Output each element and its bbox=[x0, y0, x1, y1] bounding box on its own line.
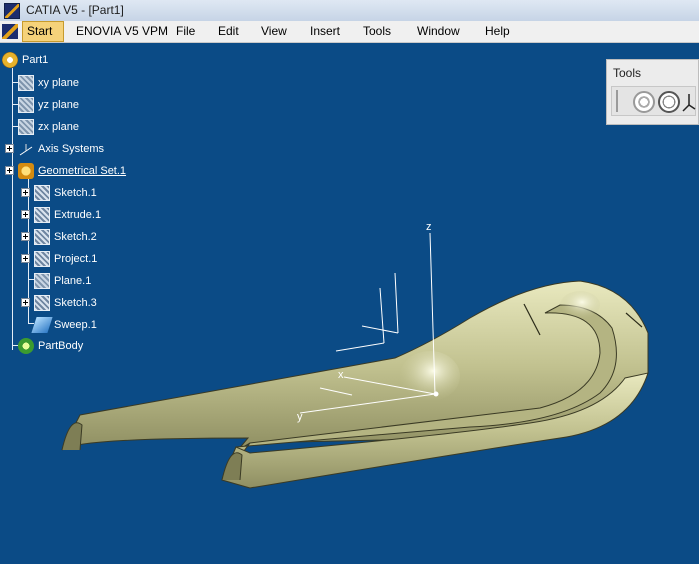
window-title: CATIA V5 - [Part1] bbox=[26, 3, 124, 17]
expand-sketch1-icon[interactable] bbox=[21, 188, 30, 197]
plane-icon bbox=[34, 273, 50, 289]
geometrical-set-icon bbox=[18, 163, 34, 179]
plane-icon bbox=[18, 119, 34, 135]
toolbar-grip-handle[interactable] bbox=[616, 90, 618, 112]
sketch-icon bbox=[34, 229, 50, 245]
axis-label-y: y bbox=[297, 411, 303, 423]
tree-label-geometrical-set: Geometrical Set.1 bbox=[38, 165, 127, 177]
menu-bar: Start ENOVIA V5 VPM File Edit View Inser… bbox=[0, 21, 699, 43]
title-bar: CATIA V5 - [Part1] bbox=[0, 0, 699, 22]
plane-icon bbox=[18, 75, 34, 91]
tree-label-plane1: Plane.1 bbox=[54, 275, 92, 287]
tree-connector bbox=[12, 68, 13, 350]
rotate-icon[interactable] bbox=[633, 91, 655, 113]
expand-sketch2-icon[interactable] bbox=[21, 232, 30, 241]
expand-sketch3-icon[interactable] bbox=[21, 298, 30, 307]
3d-viewport[interactable]: z x y Part1 xy plane yz plane zx plane A… bbox=[0, 43, 699, 564]
menu-tools[interactable]: Tools bbox=[359, 21, 395, 42]
tree-label-project1: Project.1 bbox=[54, 253, 98, 265]
tree-label-sketch3: Sketch.3 bbox=[54, 297, 97, 309]
tree-label-extrude1: Extrude.1 bbox=[54, 209, 102, 221]
menu-enovia[interactable]: ENOVIA V5 VPM bbox=[72, 21, 172, 42]
menu-help[interactable]: Help bbox=[481, 21, 514, 42]
partbody-icon bbox=[18, 338, 34, 354]
tree-label-xy-plane: xy plane bbox=[38, 77, 79, 89]
axis-label-x: x bbox=[338, 369, 344, 381]
tree-label-zx-plane: zx plane bbox=[38, 121, 79, 133]
tree-label-axis-systems: Axis Systems bbox=[38, 143, 105, 155]
expand-extrude1-icon[interactable] bbox=[21, 210, 30, 219]
axis-system-icon bbox=[18, 141, 34, 157]
expand-project1-icon[interactable] bbox=[21, 254, 30, 263]
tree-label-sweep1: Sweep.1 bbox=[54, 319, 97, 331]
tree-label-sketch2: Sketch.2 bbox=[54, 231, 97, 243]
extrude-icon bbox=[34, 207, 50, 223]
axis-icon[interactable] bbox=[682, 91, 696, 113]
pan-icon[interactable] bbox=[658, 91, 680, 113]
tree-label-sketch1: Sketch.1 bbox=[54, 187, 97, 199]
collapse-geometrical-set-icon[interactable] bbox=[5, 166, 14, 175]
tools-toolbar[interactable]: Tools bbox=[606, 59, 699, 125]
menu-start[interactable]: Start bbox=[22, 21, 64, 42]
tools-toolbar-title: Tools bbox=[613, 66, 642, 80]
menu-insert[interactable]: Insert bbox=[306, 21, 344, 42]
plane-icon bbox=[18, 97, 34, 113]
tools-button-strip bbox=[611, 86, 696, 116]
tree-label-part1: Part1 bbox=[22, 54, 49, 66]
project-icon bbox=[34, 251, 50, 267]
menu-window[interactable]: Window bbox=[413, 21, 464, 42]
menu-file[interactable]: File bbox=[172, 21, 199, 42]
axis-label-z: z bbox=[426, 221, 432, 233]
menu-edit[interactable]: Edit bbox=[214, 21, 243, 42]
part-gear-icon bbox=[2, 52, 18, 68]
specification-tree: Part1 xy plane yz plane zx plane Axis Sy… bbox=[0, 43, 260, 373]
tree-label-yz-plane: yz plane bbox=[38, 99, 79, 111]
sketch-icon bbox=[34, 185, 50, 201]
expand-axis-systems-icon[interactable] bbox=[5, 144, 14, 153]
sketch-icon bbox=[34, 295, 50, 311]
sweep-icon bbox=[31, 317, 53, 333]
tree-label-partbody: PartBody bbox=[38, 340, 84, 352]
menu-view[interactable]: View bbox=[257, 21, 291, 42]
start-icon[interactable] bbox=[2, 24, 18, 39]
catia-logo-icon bbox=[4, 3, 20, 19]
